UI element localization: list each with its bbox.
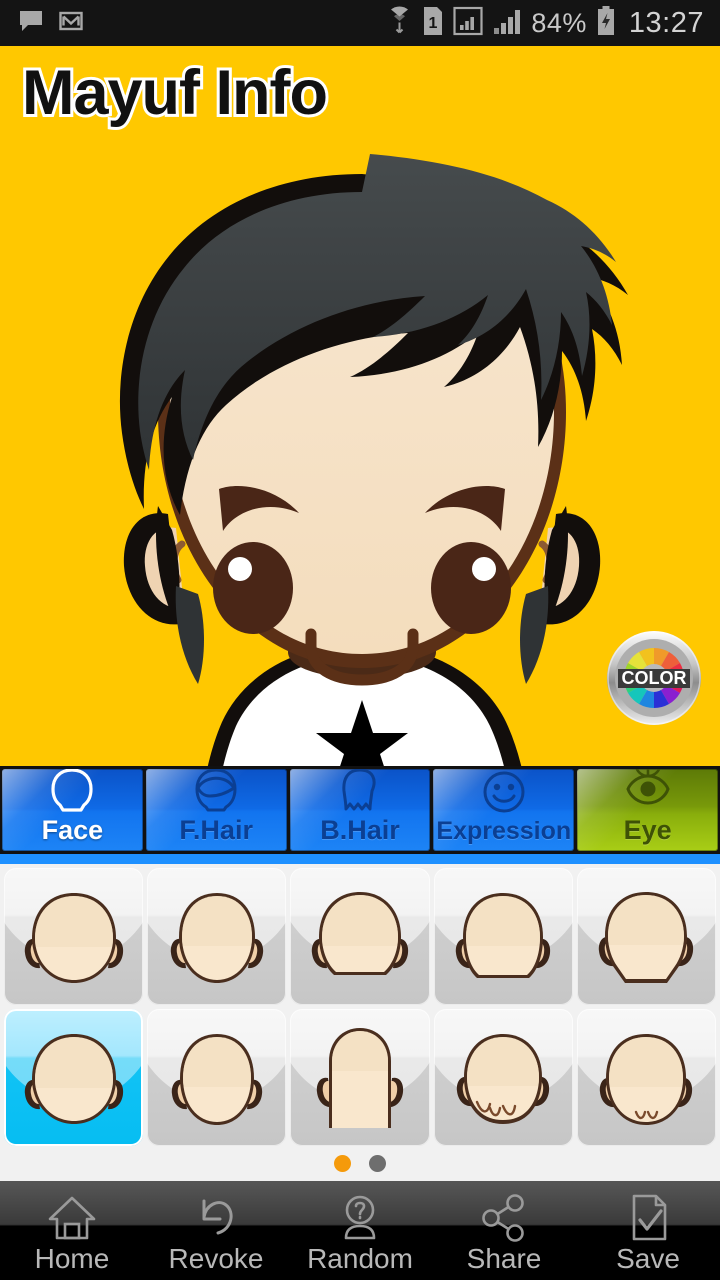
face-outline-icon: [46, 769, 98, 819]
nav-save-label: Save: [616, 1243, 680, 1274]
tab-bhair[interactable]: B.Hair: [289, 769, 431, 851]
face-thumb-scalloped-jaw: [457, 1033, 550, 1124]
nav-home-label: Home: [34, 1243, 110, 1274]
share-nodes-icon: [478, 1193, 530, 1243]
page-title: Mayuf Info: [19, 55, 331, 131]
signal-bars-icon: [453, 6, 483, 41]
nav-random[interactable]: Random: [288, 1184, 432, 1280]
home-icon: [46, 1193, 98, 1243]
svg-text:1: 1: [429, 15, 438, 32]
signal-strength-icon: [492, 6, 522, 41]
face-thumb-egg: [171, 1033, 262, 1125]
face-thumb-oval-narrow: [170, 892, 263, 983]
nav-share-label: Share: [466, 1243, 542, 1274]
face-thumb-square-jaw: [456, 892, 551, 978]
sim-1-icon: 1: [422, 6, 444, 41]
face-thumb-round-wide: [24, 892, 123, 983]
tab-expression[interactable]: Expression: [433, 769, 575, 851]
gmail-icon: [58, 8, 84, 39]
grid-item-face-round-wide[interactable]: [4, 868, 144, 1005]
grid-item-face-tapered-chin[interactable]: [576, 868, 716, 1005]
tab-face[interactable]: Face: [2, 769, 143, 851]
avatar-preview-stage: Mayuf Info COLOR: [0, 46, 720, 766]
tab-fhair-label: F.Hair: [179, 815, 253, 845]
tab-eye[interactable]: Eye: [577, 769, 718, 851]
wifi-icon: [386, 5, 413, 41]
nav-save[interactable]: Save: [576, 1184, 720, 1280]
face-thumb-tapered-chin: [599, 891, 694, 983]
nav-home[interactable]: Home: [0, 1184, 144, 1280]
grid-item-face-egg[interactable]: [147, 1009, 287, 1146]
bottom-navigation-bar: Home Revoke Random Share Save: [0, 1184, 720, 1280]
front-hair-icon: [190, 769, 242, 819]
face-thumb-round-soft: [311, 891, 409, 975]
tab-face-label: Face: [41, 815, 104, 845]
nav-share[interactable]: Share: [432, 1184, 576, 1280]
eye-icon: [622, 769, 674, 819]
nav-revoke[interactable]: Revoke: [144, 1184, 288, 1280]
grid-item-face-round-selected[interactable]: [4, 1009, 144, 1146]
pager-dot-1[interactable]: [334, 1155, 351, 1172]
color-button[interactable]: COLOR: [606, 630, 702, 726]
pager-dot-2[interactable]: [369, 1155, 386, 1172]
grid-item-face-square-jaw[interactable]: [433, 868, 573, 1005]
tab-bhair-label: B.Hair: [320, 815, 400, 845]
tab-fhair[interactable]: F.Hair: [145, 769, 287, 851]
grid-pager: [0, 1146, 720, 1184]
face-thumb-pointed-chin: [600, 1033, 693, 1125]
clock-label: 13:27: [628, 6, 704, 39]
face-option-grid: [0, 864, 720, 1146]
message-icon: [18, 8, 44, 39]
document-check-icon: [622, 1193, 674, 1243]
status-bar-right-icons: 1 84% 13:27: [386, 5, 720, 41]
battery-percent-label: 84%: [531, 7, 587, 38]
app-root: 1 84% 13:27 Mayuf Info COLOR Face F.Hair…: [0, 0, 720, 1280]
person-question-icon: [334, 1193, 386, 1243]
tab-active-underline: [0, 854, 720, 864]
grid-item-face-scalloped-jaw[interactable]: [433, 1009, 573, 1146]
face-thumb-long-rect: [316, 1027, 404, 1128]
grid-item-face-round-soft[interactable]: [290, 868, 430, 1005]
grid-item-face-long-rect[interactable]: [290, 1009, 430, 1146]
smiley-face-icon: [478, 769, 530, 821]
back-hair-icon: [334, 769, 386, 819]
undo-icon: [190, 1193, 242, 1243]
status-bar: 1 84% 13:27: [0, 0, 720, 46]
tab-expression-label: Expression: [436, 817, 572, 845]
status-bar-left-icons: [0, 8, 84, 39]
battery-charging-icon: [596, 5, 616, 41]
category-tab-bar: Face F.Hair B.Hair Expression Eye: [0, 766, 720, 854]
nav-revoke-label: Revoke: [168, 1243, 264, 1274]
grid-item-face-pointed-chin[interactable]: [576, 1009, 716, 1146]
tab-eye-label: Eye: [623, 815, 672, 845]
face-thumb-round-selected: [24, 1033, 123, 1124]
grid-item-face-oval-narrow[interactable]: [147, 868, 287, 1005]
nav-random-label: Random: [307, 1243, 413, 1274]
color-button-label: COLOR: [622, 668, 687, 688]
